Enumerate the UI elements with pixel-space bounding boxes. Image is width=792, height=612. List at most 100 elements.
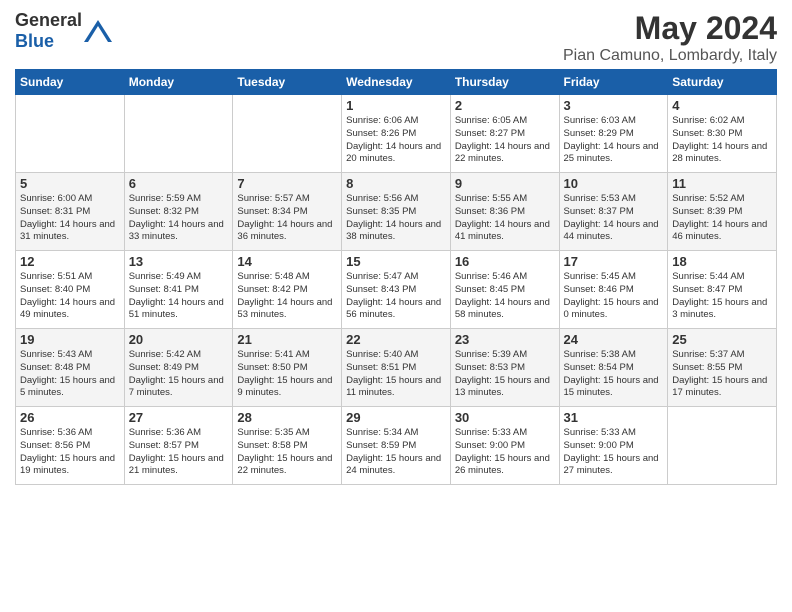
day-number: 29 (346, 410, 446, 425)
calendar-cell: 23 Sunrise: 5:39 AM Sunset: 8:53 PM Dayli… (450, 329, 559, 407)
calendar-cell: 30Sunrise: 5:33 AM Sunset: 9:00 PM Dayli… (450, 407, 559, 485)
day-number: 26 (20, 410, 120, 425)
day-info: Sunrise: 5:43 AM Sunset: 8:48 PM Dayligh… (20, 349, 120, 400)
calendar-cell: 31 Sunrise: 5:33 AM Sunset: 9:00 PM Dayli… (559, 407, 668, 485)
day-number: 28 (237, 410, 337, 425)
day-info: Sunrise: 5:48 AM Sunset: 8:42 PM Dayligh… (237, 271, 337, 322)
day-number: 27 (129, 410, 229, 425)
day-info: Sunrise: 6:05 AM Sunset: 8:27 PM Dayligh… (455, 115, 555, 166)
calendar-cell: 6 Sunrise: 5:59 AM Sunset: 8:32 PM Daylig… (124, 173, 233, 251)
calendar-cell: 11 Sunrise: 5:52 AM Sunset: 8:39 PM Dayli… (668, 173, 777, 251)
header: General Blue May 2024 Pian Camuno, Lomba… (15, 10, 777, 65)
day-number: 4 (672, 98, 772, 113)
calendar-cell: 29 Sunrise: 5:34 AM Sunset: 8:59 PM Dayli… (342, 407, 451, 485)
calendar-cell: 18 Sunrise: 5:44 AM Sunset: 8:47 PM Dayli… (668, 251, 777, 329)
calendar-cell (16, 95, 125, 173)
calendar-cell: 7Sunrise: 5:57 AM Sunset: 8:34 PM Daylig… (233, 173, 342, 251)
day-info: Sunrise: 5:45 AM Sunset: 8:46 PM Dayligh… (564, 271, 664, 322)
day-info: Sunrise: 5:52 AM Sunset: 8:39 PM Dayligh… (672, 193, 772, 244)
day-info: Sunrise: 5:49 AM Sunset: 8:41 PM Dayligh… (129, 271, 229, 322)
day-info: Sunrise: 5:35 AM Sunset: 8:58 PM Dayligh… (237, 427, 337, 478)
logo: General Blue (15, 10, 112, 52)
day-info: Sunrise: 5:36 AM Sunset: 8:56 PM Dayligh… (20, 427, 120, 478)
day-info: Sunrise: 6:00 AM Sunset: 8:31 PM Dayligh… (20, 193, 120, 244)
logo-general-text: General (15, 10, 82, 30)
day-number: 1 (346, 98, 446, 113)
subtitle: Pian Camuno, Lombardy, Italy (563, 47, 777, 65)
day-number: 14 (237, 254, 337, 269)
calendar-cell: 5 Sunrise: 6:00 AM Sunset: 8:31 PM Daylig… (16, 173, 125, 251)
day-info: Sunrise: 5:33 AM Sunset: 9:00 PM Dayligh… (564, 427, 664, 478)
day-number: 11 (672, 176, 772, 191)
title-block: May 2024 Pian Camuno, Lombardy, Italy (563, 10, 777, 65)
calendar-cell: 9Sunrise: 5:55 AM Sunset: 8:36 PM Daylig… (450, 173, 559, 251)
day-info: Sunrise: 5:55 AM Sunset: 8:36 PM Dayligh… (455, 193, 555, 244)
day-header-thursday: Thursday (450, 70, 559, 95)
calendar-cell: 22Sunrise: 5:40 AM Sunset: 8:51 PM Dayli… (342, 329, 451, 407)
logo-blue-text: Blue (15, 31, 54, 51)
day-info: Sunrise: 5:46 AM Sunset: 8:45 PM Dayligh… (455, 271, 555, 322)
day-header-monday: Monday (124, 70, 233, 95)
week-row-5: 26 Sunrise: 5:36 AM Sunset: 8:56 PM Dayli… (16, 407, 777, 485)
day-info: Sunrise: 5:36 AM Sunset: 8:57 PM Dayligh… (129, 427, 229, 478)
day-info: Sunrise: 5:42 AM Sunset: 8:49 PM Dayligh… (129, 349, 229, 400)
calendar-table: SundayMondayTuesdayWednesdayThursdayFrid… (15, 69, 777, 485)
week-row-2: 5 Sunrise: 6:00 AM Sunset: 8:31 PM Daylig… (16, 173, 777, 251)
day-info: Sunrise: 5:37 AM Sunset: 8:55 PM Dayligh… (672, 349, 772, 400)
calendar-cell: 17Sunrise: 5:45 AM Sunset: 8:46 PM Dayli… (559, 251, 668, 329)
calendar-cell: 14 Sunrise: 5:48 AM Sunset: 8:42 PM Dayli… (233, 251, 342, 329)
day-number: 2 (455, 98, 555, 113)
week-row-3: 12Sunrise: 5:51 AM Sunset: 8:40 PM Dayli… (16, 251, 777, 329)
calendar-cell: 28 Sunrise: 5:35 AM Sunset: 8:58 PM Dayli… (233, 407, 342, 485)
calendar-cell: 13Sunrise: 5:49 AM Sunset: 8:41 PM Dayli… (124, 251, 233, 329)
calendar-cell: 21 Sunrise: 5:41 AM Sunset: 8:50 PM Dayli… (233, 329, 342, 407)
day-info: Sunrise: 5:41 AM Sunset: 8:50 PM Dayligh… (237, 349, 337, 400)
day-header-tuesday: Tuesday (233, 70, 342, 95)
day-header-saturday: Saturday (668, 70, 777, 95)
day-number: 31 (564, 410, 664, 425)
calendar-cell: 16 Sunrise: 5:46 AM Sunset: 8:45 PM Dayli… (450, 251, 559, 329)
day-info: Sunrise: 5:56 AM Sunset: 8:35 PM Dayligh… (346, 193, 446, 244)
day-number: 30 (455, 410, 555, 425)
calendar-cell: 8Sunrise: 5:56 AM Sunset: 8:35 PM Daylig… (342, 173, 451, 251)
day-number: 25 (672, 332, 772, 347)
day-info: Sunrise: 6:02 AM Sunset: 8:30 PM Dayligh… (672, 115, 772, 166)
day-info: Sunrise: 6:03 AM Sunset: 8:29 PM Dayligh… (564, 115, 664, 166)
day-info: Sunrise: 5:44 AM Sunset: 8:47 PM Dayligh… (672, 271, 772, 322)
week-row-4: 19Sunrise: 5:43 AM Sunset: 8:48 PM Dayli… (16, 329, 777, 407)
day-number: 3 (564, 98, 664, 113)
calendar-cell: 12Sunrise: 5:51 AM Sunset: 8:40 PM Dayli… (16, 251, 125, 329)
day-info: Sunrise: 5:39 AM Sunset: 8:53 PM Dayligh… (455, 349, 555, 400)
page-container: General Blue May 2024 Pian Camuno, Lomba… (0, 0, 792, 495)
day-number: 21 (237, 332, 337, 347)
calendar-cell: 27 Sunrise: 5:36 AM Sunset: 8:57 PM Dayli… (124, 407, 233, 485)
calendar-cell: 20Sunrise: 5:42 AM Sunset: 8:49 PM Dayli… (124, 329, 233, 407)
day-number: 5 (20, 176, 120, 191)
day-number: 16 (455, 254, 555, 269)
calendar-cell: 15Sunrise: 5:47 AM Sunset: 8:43 PM Dayli… (342, 251, 451, 329)
calendar-cell: 4 Sunrise: 6:02 AM Sunset: 8:30 PM Daylig… (668, 95, 777, 173)
main-title: May 2024 (563, 10, 777, 47)
day-info: Sunrise: 5:51 AM Sunset: 8:40 PM Dayligh… (20, 271, 120, 322)
calendar-cell: 3 Sunrise: 6:03 AM Sunset: 8:29 PM Daylig… (559, 95, 668, 173)
days-header-row: SundayMondayTuesdayWednesdayThursdayFrid… (16, 70, 777, 95)
calendar-cell: 25 Sunrise: 5:37 AM Sunset: 8:55 PM Dayli… (668, 329, 777, 407)
calendar-cell (668, 407, 777, 485)
calendar-cell: 24 Sunrise: 5:38 AM Sunset: 8:54 PM Dayli… (559, 329, 668, 407)
logo-icon (84, 20, 112, 42)
day-number: 23 (455, 332, 555, 347)
day-number: 18 (672, 254, 772, 269)
day-header-wednesday: Wednesday (342, 70, 451, 95)
day-number: 24 (564, 332, 664, 347)
day-number: 6 (129, 176, 229, 191)
calendar-cell (124, 95, 233, 173)
day-info: Sunrise: 5:38 AM Sunset: 8:54 PM Dayligh… (564, 349, 664, 400)
day-number: 10 (564, 176, 664, 191)
calendar-cell: 1 Sunrise: 6:06 AM Sunset: 8:26 PM Daylig… (342, 95, 451, 173)
day-info: Sunrise: 6:06 AM Sunset: 8:26 PM Dayligh… (346, 115, 446, 166)
calendar-cell (233, 95, 342, 173)
day-info: Sunrise: 5:34 AM Sunset: 8:59 PM Dayligh… (346, 427, 446, 478)
day-number: 15 (346, 254, 446, 269)
day-info: Sunrise: 5:59 AM Sunset: 8:32 PM Dayligh… (129, 193, 229, 244)
day-info: Sunrise: 5:57 AM Sunset: 8:34 PM Dayligh… (237, 193, 337, 244)
